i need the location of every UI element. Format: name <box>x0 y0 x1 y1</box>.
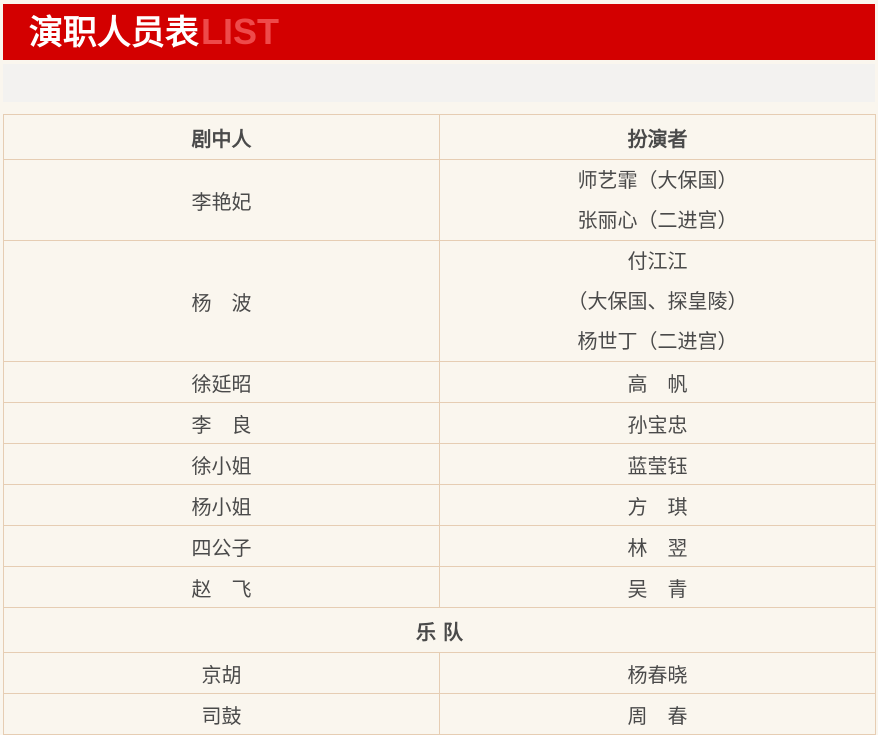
actor-line: （大保国、探皇陵） <box>567 289 748 313</box>
role-cell: 四公子 <box>3 525 440 567</box>
subheader-bar <box>3 64 875 102</box>
table-row: 杨 波 付江江 （大保国、探皇陵） 杨世丁（二进宫） <box>3 240 876 362</box>
role-cell: 司鼓 <box>3 693 440 735</box>
actor-line: 师艺霏（大保国） <box>577 168 738 192</box>
cast-table: 剧中人 扮演者 李艳妃 师艺霏（大保国） 张丽心（二进宫） 杨 波 付江江 （大… <box>3 114 876 735</box>
table-row: 杨小姐 方 琪 <box>3 484 876 526</box>
table-row: 京胡 杨春晓 <box>3 652 876 694</box>
page-header: 演职人员表LIST <box>3 4 875 60</box>
role-cell: 李 良 <box>3 402 440 444</box>
table-row: 李艳妃 师艺霏（大保国） 张丽心（二进宫） <box>3 159 876 241</box>
role-cell: 杨小姐 <box>3 484 440 526</box>
table-row: 李 良 孙宝忠 <box>3 402 876 444</box>
role-cell: 徐小姐 <box>3 443 440 485</box>
title-en: LIST <box>201 11 279 52</box>
actor-cell: 杨春晓 <box>439 652 876 694</box>
actor-cell: 蓝莹钰 <box>439 443 876 485</box>
table-row: 赵 飞 吴 青 <box>3 566 876 608</box>
table-row: 四公子 林 翌 <box>3 525 876 567</box>
column-header-actor: 扮演者 <box>439 114 876 160</box>
role-cell: 赵 飞 <box>3 566 440 608</box>
actor-cell: 方 琪 <box>439 484 876 526</box>
band-section-title: 乐 队 <box>3 607 876 653</box>
role-cell: 李艳妃 <box>3 159 440 241</box>
table-header-row: 剧中人 扮演者 <box>3 114 876 160</box>
title-cn: 演职人员表 <box>29 13 199 53</box>
actor-line: 付江江 <box>627 249 688 273</box>
actor-line: 杨世丁（二进宫） <box>577 329 738 353</box>
role-cell: 京胡 <box>3 652 440 694</box>
actor-line: 张丽心（二进宫） <box>577 208 738 232</box>
table-row: 徐小姐 蓝莹钰 <box>3 443 876 485</box>
table-row: 徐延昭 高 帆 <box>3 361 876 403</box>
role-cell: 杨 波 <box>3 240 440 362</box>
actor-cell: 孙宝忠 <box>439 402 876 444</box>
actor-cell: 吴 青 <box>439 566 876 608</box>
actor-cell: 付江江 （大保国、探皇陵） 杨世丁（二进宫） <box>439 240 876 362</box>
actor-cell: 师艺霏（大保国） 张丽心（二进宫） <box>439 159 876 241</box>
actor-cell: 周 春 <box>439 693 876 735</box>
actor-cell: 林 翌 <box>439 525 876 567</box>
column-header-role: 剧中人 <box>3 114 440 160</box>
table-row: 司鼓 周 春 <box>3 693 876 735</box>
section-row: 乐 队 <box>3 607 876 653</box>
actor-cell: 高 帆 <box>439 361 876 403</box>
page-title: 演职人员表LIST <box>29 11 279 54</box>
role-cell: 徐延昭 <box>3 361 440 403</box>
